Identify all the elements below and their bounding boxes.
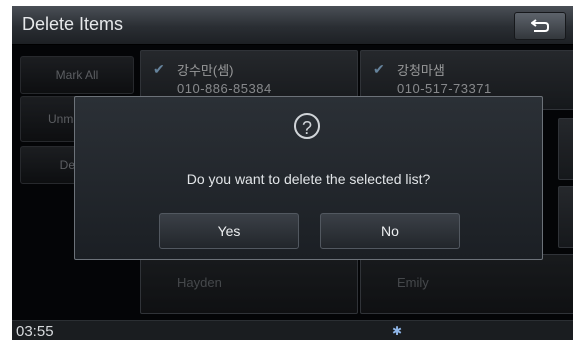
confirm-delete-dialog: ? Do you want to delete the selected lis…	[74, 96, 543, 260]
bluetooth-icon: ✱	[392, 324, 403, 338]
title-bar: Delete Items	[12, 6, 573, 45]
back-button[interactable]	[514, 12, 566, 40]
clock: 03:55	[16, 323, 54, 340]
status-bar: 03:55 ✱	[12, 320, 573, 340]
screen: Delete Items Mark All Unmark All Delete …	[12, 6, 573, 340]
yes-button[interactable]: Yes	[159, 213, 299, 249]
back-arrow-icon	[531, 19, 549, 32]
question-icon: ?	[294, 113, 320, 139]
no-button[interactable]: No	[320, 213, 460, 249]
dialog-message: Do you want to delete the selected list?	[186, 171, 431, 187]
page-title: Delete Items	[22, 14, 124, 34]
